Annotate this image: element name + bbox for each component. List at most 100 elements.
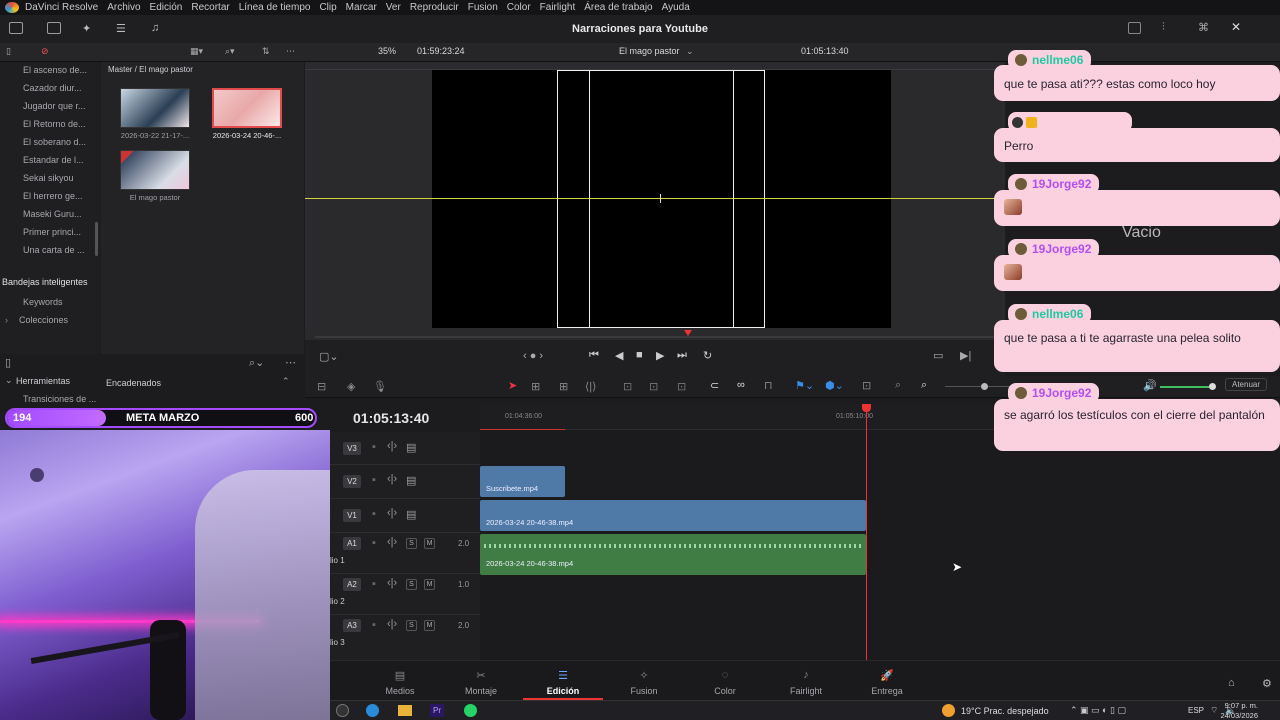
lock-icon[interactable]: ▪ bbox=[372, 537, 376, 549]
effects-icon[interactable] bbox=[47, 22, 61, 34]
auto-select-icon[interactable]: ‹|› bbox=[387, 577, 397, 589]
go-to-end-icon[interactable]: ⏭ bbox=[677, 349, 687, 362]
track-name[interactable]: A3 bbox=[343, 619, 361, 632]
blade-tool-icon[interactable]: ⟨|⟩ bbox=[585, 380, 596, 393]
menu-ver[interactable]: Ver bbox=[386, 2, 401, 13]
atenuar-button[interactable]: Atenuar bbox=[1225, 378, 1268, 391]
marker-icon[interactable]: ⬢⌄ bbox=[825, 379, 844, 392]
clip-v2[interactable]: Suscribete.mp4 bbox=[480, 466, 565, 497]
lock-icon[interactable]: ⊓ bbox=[764, 379, 773, 392]
viewer-mode-icon[interactable]: ▢⌄ bbox=[319, 350, 339, 363]
mute-button[interactable]: M bbox=[424, 620, 435, 631]
search-icon[interactable]: ⌕⌄ bbox=[249, 356, 264, 370]
tab-medios[interactable]: Medios bbox=[370, 686, 430, 696]
bin-scrollbar[interactable] bbox=[95, 222, 98, 256]
auto-select-icon[interactable]: ‹|› bbox=[387, 507, 397, 519]
clock-date[interactable]: 24/03/2026 bbox=[1212, 711, 1258, 720]
next-edit-icon[interactable]: ▶| bbox=[960, 349, 971, 362]
weather-text[interactable]: 19°C Prac. despejado bbox=[961, 706, 1049, 716]
settings-gear-icon[interactable]: ⚙ bbox=[1262, 677, 1272, 690]
tab-fusion[interactable]: Fusion bbox=[614, 686, 674, 696]
layout-icon[interactable]: ⊟ bbox=[317, 380, 326, 393]
media-pool-icon[interactable] bbox=[9, 22, 23, 34]
track-name[interactable]: V1 bbox=[343, 509, 361, 522]
go-to-start-icon[interactable]: ⏮ bbox=[589, 349, 599, 362]
sort-icon[interactable]: ⇅ bbox=[262, 46, 270, 57]
bin-item[interactable]: El Retorno de... bbox=[23, 119, 86, 129]
bin-item[interactable]: El herrero ge... bbox=[23, 191, 83, 201]
smart-bin-colecciones[interactable]: Colecciones bbox=[19, 315, 68, 325]
track-visibility-icon[interactable]: ▤ bbox=[406, 474, 416, 487]
track-name[interactable]: A1 bbox=[343, 537, 361, 550]
bin-item[interactable]: Estandar de l... bbox=[23, 155, 84, 165]
jog-icon[interactable]: ‹ ● › bbox=[523, 350, 543, 362]
replace-clip-icon[interactable]: ⊡ bbox=[677, 380, 686, 393]
transitions-label[interactable]: Transiciones de ... bbox=[23, 394, 96, 404]
dynamic-trim-icon[interactable]: ⊞ bbox=[559, 380, 568, 393]
loop-icon[interactable]: ↻ bbox=[703, 349, 712, 362]
stop-icon[interactable]: ■ bbox=[636, 349, 643, 361]
auto-select-icon[interactable]: ‹|› bbox=[387, 440, 397, 452]
mute-button[interactable]: M bbox=[424, 579, 435, 590]
mute-button[interactable]: M bbox=[424, 538, 435, 549]
playhead[interactable] bbox=[866, 404, 867, 660]
track-visibility-icon[interactable]: ▤ bbox=[406, 441, 416, 454]
play-reverse-icon[interactable]: ◀ bbox=[615, 349, 623, 362]
menu-recortar[interactable]: Recortar bbox=[191, 2, 229, 13]
tab-entrega[interactable]: Entrega bbox=[857, 686, 917, 696]
zoom-level[interactable]: 35% bbox=[378, 46, 396, 56]
index-icon[interactable]: ☰ bbox=[116, 22, 130, 35]
menu-marcar[interactable]: Marcar bbox=[346, 2, 377, 13]
track-name[interactable]: V2 bbox=[343, 475, 361, 488]
track-visibility-icon[interactable]: ▤ bbox=[406, 508, 416, 521]
bin-item[interactable]: Cazador diur... bbox=[23, 83, 82, 93]
whatsapp-taskbar-icon[interactable] bbox=[464, 704, 477, 717]
folder-taskbar-icon[interactable] bbox=[398, 705, 412, 716]
bin-item[interactable]: Maseki Guru... bbox=[23, 209, 82, 219]
link-icon[interactable]: ∞ bbox=[737, 379, 745, 391]
playhead-marker-icon[interactable] bbox=[684, 330, 692, 336]
menu-color[interactable]: Color bbox=[507, 2, 531, 13]
clip-thumbnail[interactable] bbox=[120, 88, 190, 128]
resolve-taskbar-icon[interactable] bbox=[336, 704, 349, 717]
zoom-custom-icon[interactable]: ⌕ bbox=[921, 379, 927, 392]
track-name[interactable]: A2 bbox=[343, 578, 361, 591]
lock-icon[interactable]: ▪ bbox=[372, 474, 376, 486]
play-icon[interactable]: ▶ bbox=[656, 349, 664, 362]
clock-time[interactable]: 9:07 p. m. bbox=[1212, 701, 1258, 710]
menu-fusion[interactable]: Fusion bbox=[468, 2, 498, 13]
zoom-detail-icon[interactable]: ⌕ bbox=[895, 379, 901, 392]
panel-toggle-icon[interactable]: ▯ bbox=[5, 356, 11, 369]
premiere-taskbar-icon[interactable]: Pr bbox=[430, 704, 444, 717]
menu-reproducir[interactable]: Reproducir bbox=[410, 2, 459, 13]
lock-icon[interactable]: ▪ bbox=[372, 619, 376, 631]
metadata-icon[interactable]: ⌘ bbox=[1198, 21, 1209, 34]
clip-v1[interactable]: 2026-03-24 20-46-38.mp4 bbox=[480, 500, 866, 531]
timeline-thumbnail[interactable] bbox=[120, 150, 190, 190]
menu-area-de-trabajo[interactable]: Área de trabajo bbox=[584, 2, 652, 13]
sound-library-icon[interactable]: ♫ bbox=[151, 22, 165, 34]
edge-taskbar-icon[interactable] bbox=[366, 704, 379, 717]
mixer-icon[interactable]: ⫶ bbox=[1162, 21, 1165, 34]
bin-item[interactable]: El soberano d... bbox=[23, 137, 86, 147]
insert-clip-icon[interactable]: ⊡ bbox=[623, 380, 632, 393]
tray-icons[interactable]: ⌃ ▣ ▭ ◐ ▯ ▢ bbox=[1070, 705, 1126, 716]
tab-montaje[interactable]: Montaje bbox=[451, 686, 511, 696]
more-options-icon[interactable]: ⋯ bbox=[285, 356, 296, 369]
chevron-down-icon[interactable]: ⌄ bbox=[5, 375, 13, 386]
chevron-down-icon[interactable]: ⌄ bbox=[686, 46, 694, 57]
menu-archivo[interactable]: Archivo bbox=[107, 2, 140, 13]
export-icon[interactable] bbox=[1128, 22, 1141, 34]
lock-icon[interactable]: ▪ bbox=[372, 441, 376, 453]
lock-icon[interactable]: ▪ bbox=[372, 578, 376, 590]
auto-select-icon[interactable]: ‹|› bbox=[387, 618, 397, 630]
overwrite-clip-icon[interactable]: ⊡ bbox=[649, 380, 658, 393]
menu-fairlight[interactable]: Fairlight bbox=[540, 2, 576, 13]
flag-icon[interactable]: ◈ bbox=[347, 380, 355, 393]
magic-wand-icon[interactable]: ✦ bbox=[82, 22, 96, 35]
tab-color[interactable]: Color bbox=[695, 686, 755, 696]
timeline-name[interactable]: El mago pastor bbox=[619, 46, 680, 56]
menu-edicion[interactable]: Edición bbox=[150, 2, 183, 13]
scrub-bar[interactable] bbox=[315, 336, 995, 338]
tools-label[interactable]: Herramientas bbox=[16, 376, 70, 386]
